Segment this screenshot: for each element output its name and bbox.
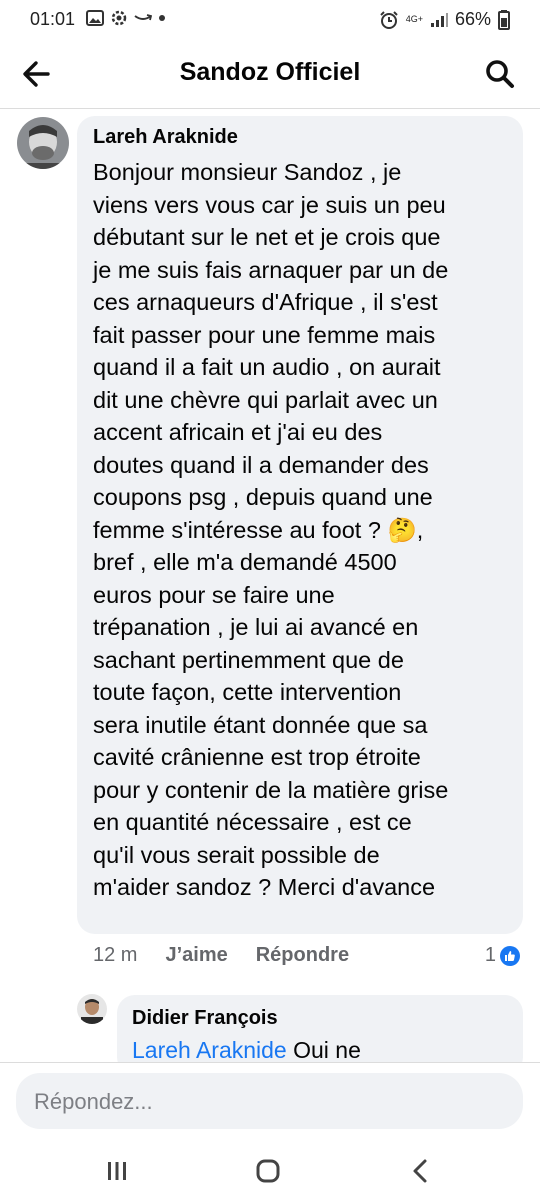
home-icon bbox=[256, 1159, 280, 1183]
comment-author[interactable]: Lareh Araknide bbox=[93, 126, 238, 149]
battery-percent: 66% bbox=[454, 9, 491, 29]
comment-actions: 12 m J’aime Répondre bbox=[93, 944, 349, 974]
status-bar: 01:01 4G+ 66% bbox=[0, 0, 540, 40]
thumbs-up-icon bbox=[500, 945, 520, 966]
settings-icon bbox=[111, 10, 127, 26]
search-icon bbox=[486, 60, 514, 88]
comment-time[interactable]: 12 m bbox=[93, 944, 137, 974]
mention-link[interactable]: Lareh Araknide bbox=[132, 1037, 287, 1063]
back-nav-button[interactable] bbox=[400, 1154, 440, 1188]
avatar[interactable] bbox=[77, 994, 107, 1024]
recent-apps-button[interactable] bbox=[97, 1154, 137, 1188]
alarm-icon bbox=[379, 10, 398, 29]
reply-text: Lareh Araknide Oui ne bbox=[132, 1037, 361, 1064]
recent-apps-icon bbox=[108, 1162, 126, 1180]
comment-author[interactable]: Didier François bbox=[132, 1007, 278, 1030]
composer-area bbox=[0, 1062, 540, 1143]
like-button[interactable]: J’aime bbox=[165, 944, 227, 974]
search-button[interactable] bbox=[480, 54, 520, 94]
status-left-icons bbox=[86, 9, 166, 27]
avatar[interactable] bbox=[17, 117, 69, 169]
amazon-icon bbox=[134, 14, 152, 21]
user-photo-icon bbox=[77, 994, 107, 1024]
reply-body: Oui ne bbox=[286, 1037, 361, 1063]
network-type: 4G+ bbox=[405, 14, 423, 24]
dot-icon bbox=[159, 15, 165, 21]
battery-icon bbox=[498, 9, 510, 30]
comment-bubble[interactable]: Lareh Araknide Bonjour monsieur Sandoz ,… bbox=[77, 116, 523, 934]
user-photo-icon bbox=[17, 117, 69, 169]
reaction-summary[interactable]: 1 bbox=[485, 944, 520, 967]
status-time: 01:01 bbox=[30, 9, 76, 29]
status-right: 4G+ 66% bbox=[379, 9, 510, 30]
reply-composer[interactable] bbox=[16, 1073, 523, 1131]
comment-text: Bonjour monsieur Sandoz , je viens vers … bbox=[93, 159, 449, 900]
reply-input[interactable] bbox=[32, 1073, 506, 1131]
home-button[interactable] bbox=[248, 1154, 288, 1188]
back-icon bbox=[413, 1159, 427, 1183]
system-nav-bar bbox=[0, 1142, 540, 1200]
signal-icon bbox=[430, 12, 448, 27]
reaction-count: 1 bbox=[484, 944, 496, 966]
gallery-icon bbox=[86, 10, 104, 26]
reply-button[interactable]: Répondre bbox=[256, 944, 349, 974]
page-title: Sandoz Officiel bbox=[179, 58, 361, 86]
app-header: Sandoz Officiel bbox=[0, 40, 540, 109]
